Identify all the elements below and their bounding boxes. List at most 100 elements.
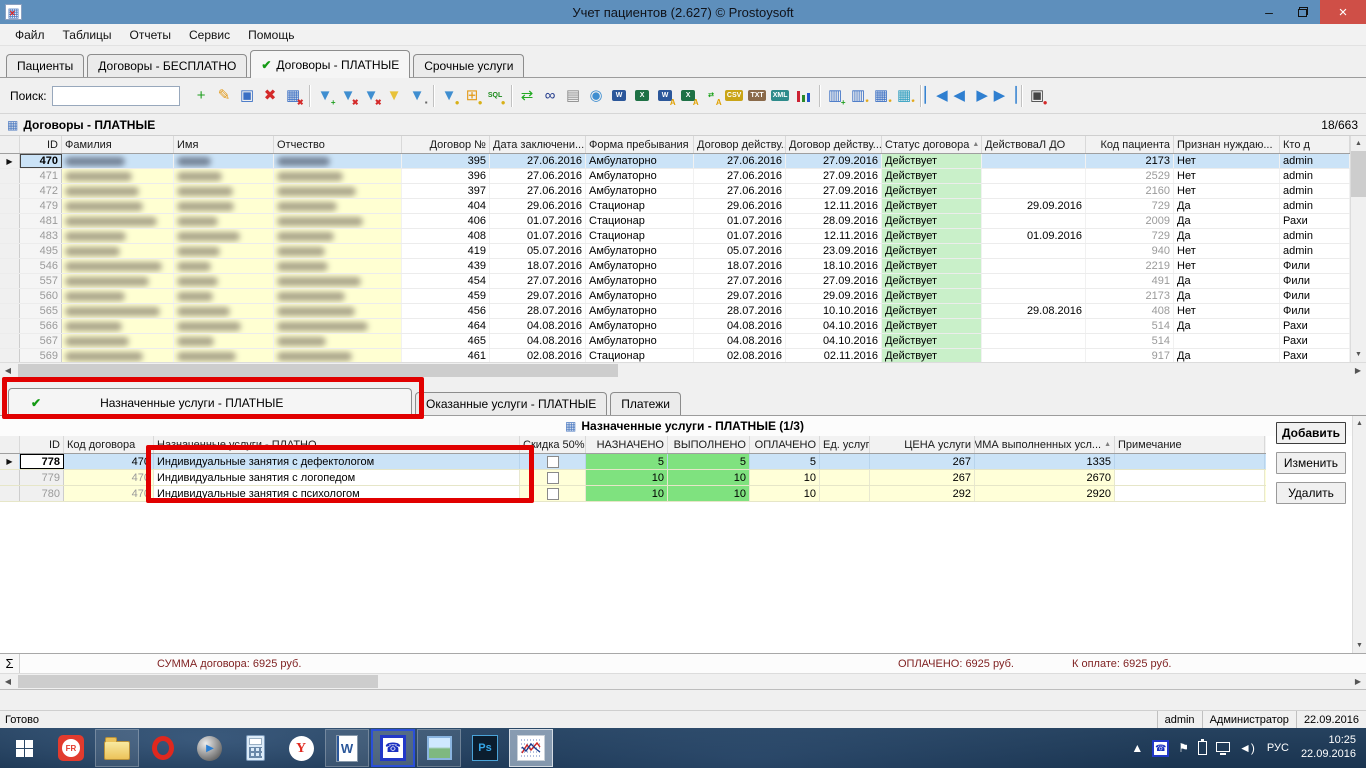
edit-record-icon[interactable]: ✎ [213,84,236,108]
export-doc-refresh-icon[interactable]: ⇄A [700,84,723,108]
preview-icon[interactable]: ◉ [585,84,608,108]
tab-Назначенные услуги - ПЛАТНЫЕ[interactable]: ✔Назначенные услуги - ПЛАТНЫЕ [8,388,412,416]
col-header-ID[interactable]: ID [20,136,62,153]
contract-row-567[interactable]: 56746504.08.2016Амбулаторно04.08.201604.… [0,334,1350,349]
tab-Оказанные услуги - ПЛАТНЫЕ[interactable]: Оказанные услуги - ПЛАТНЫЕ [415,392,607,415]
find-icon[interactable]: ∞ [539,84,562,108]
col-header-ВЫПОЛНЕНО[interactable]: ВЫПОЛНЕНО [668,436,750,453]
tray-phone-icon[interactable]: ☎ [1152,740,1169,757]
col-header-Договор действу...[interactable]: Договор действу... [786,136,882,153]
col-header-Форма пребывания[interactable]: Форма пребывания [586,136,694,153]
service-row-779[interactable]: 779470Индивидуальные занятия с логопедом… [0,470,1266,486]
contract-row-560[interactable]: 56045929.07.2016Амбулаторно29.07.201629.… [0,289,1350,304]
scroll-up-icon[interactable]: ▲ [1352,416,1366,431]
delete-record-icon[interactable]: ✖ [259,84,282,108]
tray-expand-icon[interactable]: ▲ [1131,742,1143,754]
scroll-left-icon[interactable]: ◀ [0,363,16,378]
taskbar-app-photos[interactable] [417,729,461,767]
scroll-right-icon[interactable]: ▶ [1350,363,1366,378]
col-header-НАЗНАЧЕНО[interactable]: НАЗНАЧЕНО [586,436,668,453]
col-header-Дата заключени...[interactable]: Дата заключени... [490,136,586,153]
discount-checkbox[interactable] [547,456,559,468]
contract-row-565[interactable]: 56545628.07.2016Амбулаторно28.07.201610.… [0,304,1350,319]
scroll-right-icon[interactable]: ▶ [1350,674,1366,689]
taskbar-app-charts[interactable] [509,729,553,767]
filter-edit-icon[interactable]: ▼ [383,84,406,108]
col-header-Ед. услуги[interactable]: Ед. услуги [820,436,870,453]
add-column-icon[interactable]: ▥+ [824,84,847,108]
tab-Срочные услуги[interactable]: Срочные услуги [413,54,524,77]
contracts-vertical-scrollbar[interactable]: ▲ ▼ [1350,136,1366,362]
taskbar-app-photoshop[interactable]: Ps [463,729,507,767]
contract-row-471[interactable]: 47139627.06.2016Амбулаторно27.06.201627.… [0,169,1350,184]
col-header-Кто д[interactable]: Кто д [1280,136,1350,153]
nav-next-icon[interactable]: ▶ [971,84,994,108]
col-header-Назначенные услуги - ПЛАТНО[interactable]: Назначенные услуги - ПЛАТНО [154,436,520,453]
contract-row-546[interactable]: 54643918.07.2016Амбулаторно18.07.201618.… [0,259,1350,274]
col-header-Код договора[interactable]: Код договора [64,436,154,453]
contract-row-481[interactable]: 48140601.07.2016Стационар01.07.201628.09… [0,214,1350,229]
grid-settings-icon[interactable]: ▦* [870,84,893,108]
add-button[interactable]: Добавить [1276,422,1346,444]
taskbar-clock[interactable]: 10:25 22.09.2016 [1301,734,1356,762]
taskbar-app-player[interactable] [187,729,231,767]
tab-Платежи[interactable]: Платежи [610,392,681,415]
tab-Пациенты[interactable]: Пациенты [6,54,84,77]
sql-filter-icon[interactable]: SQL● [484,84,507,108]
tray-flag-icon[interactable]: ⚑ [1178,742,1189,754]
contract-row-566[interactable]: 56646404.08.2016Амбулаторно04.08.201604.… [0,319,1350,334]
scroll-down-icon[interactable]: ▼ [1352,638,1366,653]
discount-checkbox[interactable] [547,488,559,500]
col-header-Скидка 50%[interactable]: Скидка 50% [520,436,586,453]
contract-row-569[interactable]: 56946102.08.2016Стационар02.08.201602.11… [0,349,1350,362]
column-settings-icon[interactable]: ▥* [847,84,870,108]
tray-volume-icon[interactable]: ◄) [1239,742,1255,754]
export-xml-icon[interactable]: XML [769,84,792,108]
services-horizontal-scrollbar[interactable]: ◀ ▶ [0,673,1366,689]
col-header-Договор №[interactable]: Договор № [402,136,490,153]
contract-row-495[interactable]: 49541905.07.2016Амбулаторно05.07.201623.… [0,244,1350,259]
export-excel-icon[interactable]: X [631,84,654,108]
minimize-button[interactable]: – [1252,0,1286,24]
scroll-thumb[interactable] [18,364,618,377]
col-header-СУММА выполненных усл...[interactable]: СУММА выполненных усл...▲ [975,436,1115,453]
discount-checkbox[interactable] [547,472,559,484]
menu-item-Помощь[interactable]: Помощь [239,26,303,44]
tab-Договоры - БЕСПЛАТНО[interactable]: Договоры - БЕСПЛАТНО [87,54,247,77]
add-record-icon[interactable]: + [190,84,213,108]
contract-row-470[interactable]: ▶47039527.06.2016Амбулаторно27.06.201627… [0,154,1350,169]
menu-item-Файл[interactable]: Файл [6,26,54,44]
taskbar-app-fastreport[interactable]: FR [49,729,93,767]
taskbar-app-opera[interactable] [141,729,185,767]
edit-button[interactable]: Изменить [1276,452,1346,474]
col-header-ЦЕНА услуги[interactable]: ЦЕНА услуги [870,436,975,453]
nav-last-icon[interactable]: ▶▕ [994,84,1017,108]
tray-battery-icon[interactable] [1198,741,1207,755]
scroll-thumb[interactable] [1351,151,1366,197]
print-icon[interactable]: ▤ [562,84,585,108]
report-icon[interactable]: ▣● [1026,84,1049,108]
contract-row-472[interactable]: 47239727.06.2016Амбулаторно27.06.201627.… [0,184,1350,199]
service-row-778[interactable]: ▶778470Индивидуальные занятия с дефектол… [0,454,1266,470]
refresh-icon[interactable]: ⇄ [516,84,539,108]
col-header-ДействоваЛ ДО[interactable]: ДействоваЛ ДО [982,136,1086,153]
filter-visible-icon[interactable]: ▼● [438,84,461,108]
delete-button[interactable]: Удалить [1276,482,1346,504]
contract-row-557[interactable]: 55745427.07.2016Амбулаторно27.07.201627.… [0,274,1350,289]
language-indicator[interactable]: РУС [1264,742,1292,754]
col-header-Фамилия[interactable]: Фамилия [62,136,174,153]
taskbar-app-yandex[interactable]: Y [279,729,323,767]
taskbar-app-explorer[interactable] [95,729,139,767]
menu-item-Отчеты[interactable]: Отчеты [121,26,180,44]
grid-view-settings-icon[interactable]: ▦* [893,84,916,108]
export-word-file-icon[interactable]: WA [654,84,677,108]
filter-add-icon[interactable]: ▼+ [314,84,337,108]
col-header-Код пациента[interactable]: Код пациента [1086,136,1174,153]
filter-tree-icon[interactable]: ⊞● [461,84,484,108]
scroll-up-icon[interactable]: ▲ [1351,136,1366,151]
menu-item-Таблицы[interactable]: Таблицы [54,26,121,44]
contract-row-479[interactable]: 47940429.06.2016Стационар29.06.201612.11… [0,199,1350,214]
nav-prev-icon[interactable]: ◀ [948,84,971,108]
col-header-Имя[interactable]: Имя [174,136,274,153]
col-header-Статус договора[interactable]: Статус договора▲ [882,136,982,153]
